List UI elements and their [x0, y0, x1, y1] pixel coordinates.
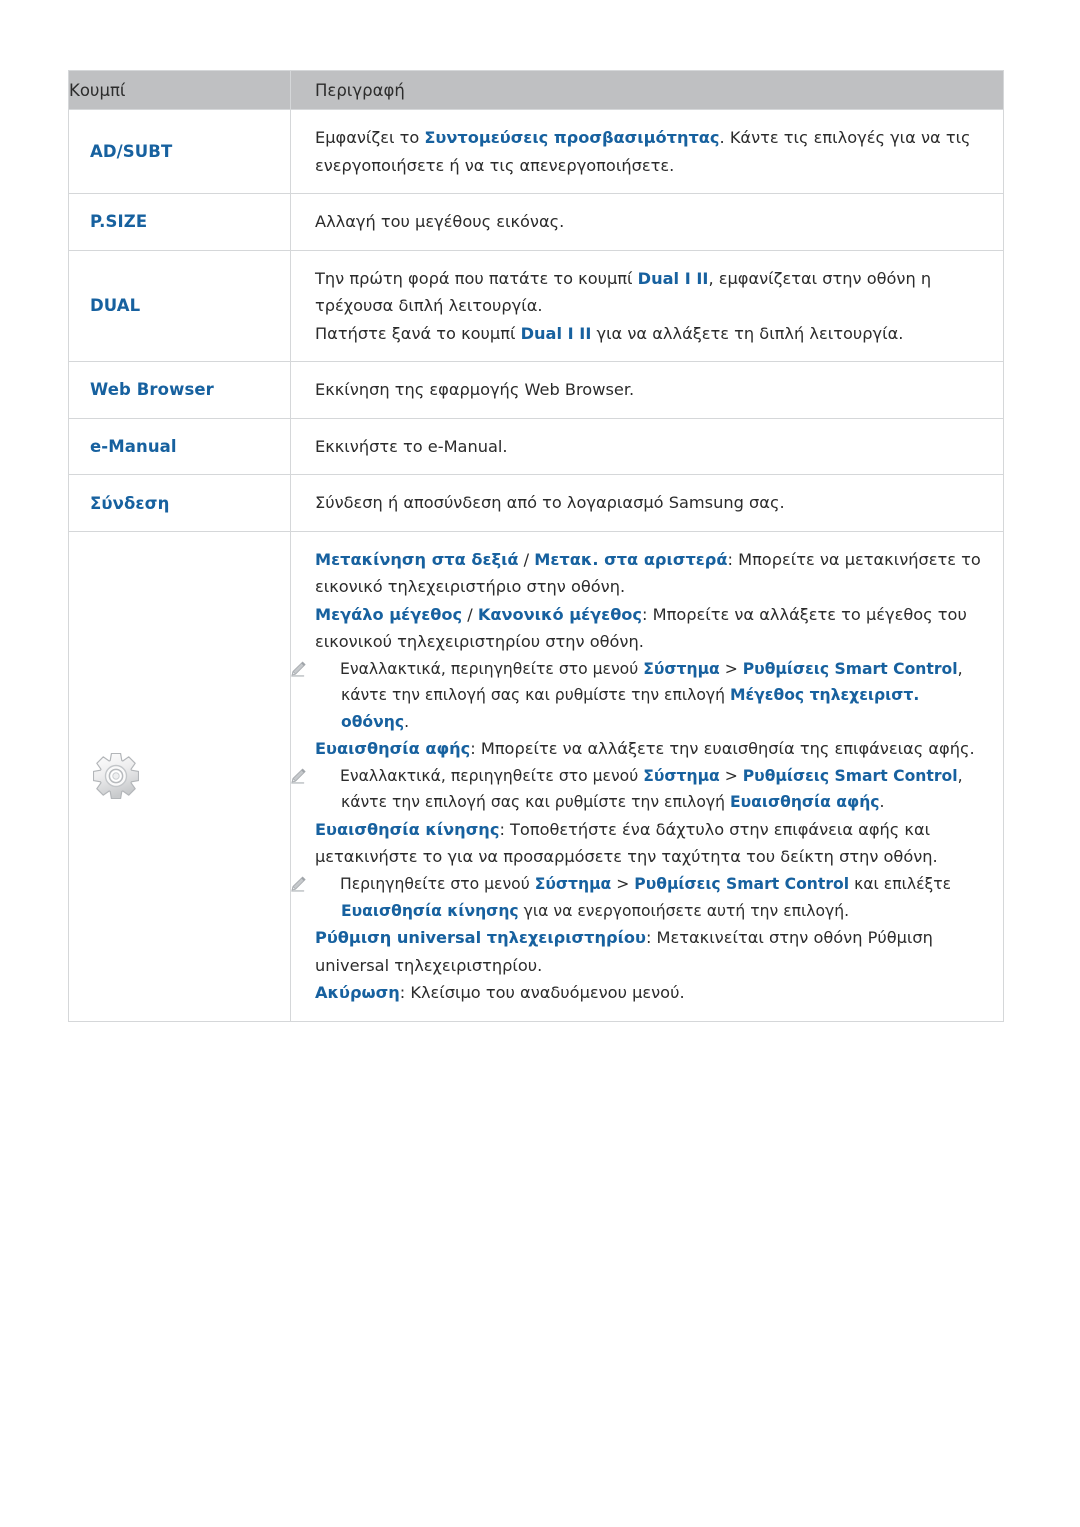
column-header-button: Κουμπί: [68, 70, 291, 110]
table-body: AD/SUBT Εμφανίζει το Συντομεύσεις προσβασ…: [68, 108, 1004, 1022]
pencil-icon: [291, 766, 333, 784]
text-run: Πατήστε ξανά το κουμπί: [315, 323, 521, 343]
description-line: Εμφανίζει το Συντομεύσεις προσβασιμότητα…: [315, 124, 985, 179]
text-run: Μετακίνηση στα δεξιά: [315, 549, 519, 569]
text-run: Ακύρωση: [315, 983, 400, 1003]
button-description-cell: Σύνδεση ή αποσύνδεση από το λογαριασμό S…: [290, 474, 1004, 532]
button-name-cell: DUAL: [68, 249, 291, 363]
text-run: Dual I II: [520, 323, 592, 343]
settings-icon-cell: [68, 530, 291, 1022]
text-run: Μετακ. στα αριστερά: [534, 549, 728, 569]
text-run: Εναλλακτικά, περιηγηθείτε στο μενού: [340, 659, 644, 678]
text-run: : Μπορείτε να αλλάξετε την ευαισθησία τη…: [470, 739, 975, 759]
text-run: .: [404, 712, 410, 731]
text-run: /: [462, 604, 478, 624]
description-line: Αλλαγή του μεγέθους εικόνας.: [315, 208, 985, 236]
text-run: >: [611, 875, 635, 893]
text-run: Ευαισθησία αφής: [729, 793, 880, 812]
text-run: Σύστημα: [643, 766, 720, 785]
column-header-description: Περιγραφή: [290, 70, 1004, 110]
text-run: Εναλλακτικά, περιηγηθείτε στο μενού: [340, 766, 644, 785]
text-run: Ρυθμίσεις Smart Control: [742, 766, 958, 785]
table-row: e-Manual Εκκινήστε το e-Manual.: [68, 417, 1004, 476]
text-run: Την πρώτη φορά που πατάτε το κουμπί: [315, 268, 638, 288]
table-row: P.SIZE Αλλαγή του μεγέθους εικόνας.: [68, 193, 1004, 251]
table-header: Κουμπί Περιγραφή: [68, 70, 1004, 110]
text-run: Ευαισθησία κίνησης: [315, 819, 500, 839]
text-run: .: [879, 793, 885, 812]
text-run: >: [719, 659, 743, 678]
button-description-cell: Εμφανίζει το Συντομεύσεις προσβασιμότητα…: [290, 108, 1004, 195]
document-page: Κουμπί Περιγραφή AD/SUBT Εμφανίζει το Συν…: [0, 0, 1080, 1527]
button-description-cell: Την πρώτη φορά που πατάτε το κουμπί Dual…: [290, 249, 1004, 363]
note-text: Εναλλακτικά, περιηγηθείτε στο μενού Σύστ…: [340, 660, 963, 731]
description-line: Ακύρωση: Κλείσιμο του αναδυόμενου μενού.: [315, 979, 985, 1007]
text-run: Συντομεύσεις προσβασιμότητας: [424, 128, 720, 147]
text-run: Αλλαγή του μεγέθους εικόνας.: [315, 212, 565, 232]
text-run: Σύστημα: [643, 659, 720, 678]
text-run: Κανονικό μέγεθος: [477, 604, 643, 624]
note-text: Εναλλακτικά, περιηγηθείτε στο μενού Σύστ…: [340, 767, 963, 812]
description-line: Ευαισθησία αφής: Μπορείτε να αλλάξετε τη…: [315, 735, 985, 763]
text-run: /: [518, 549, 535, 569]
table-row-settings: Μετακίνηση στα δεξιά / Μετακ. στα αριστε…: [68, 530, 1004, 1022]
description-line: Ρύθμιση universal τηλεχειριστηρίου: Μετα…: [315, 924, 985, 979]
text-run: για να ενεργοποιήσετε αυτή την επιλογή.: [518, 901, 850, 920]
text-run: Εκκινήστε το e-Manual.: [315, 436, 508, 456]
text-run: Ευαισθησία κίνησης: [341, 901, 519, 920]
description-line: Πατήστε ξανά το κουμπί Dual I II για να …: [315, 320, 985, 348]
text-run: Ρυθμίσεις Smart Control: [634, 875, 850, 893]
button-name-cell: e-Manual: [68, 417, 291, 476]
button-name-cell: Σύνδεση: [68, 474, 291, 532]
remote-button-table: Κουμπί Περιγραφή AD/SUBT Εμφανίζει το Συν…: [68, 70, 1004, 1022]
text-run: για να αλλάξετε τη διπλή λειτουργία.: [591, 323, 904, 343]
text-run: Μεγάλο μέγεθος: [315, 604, 463, 624]
text-run: Ρυθμίσεις Smart Control: [742, 659, 958, 678]
text-run: Περιηγηθείτε στο μενού: [340, 875, 535, 893]
description-line: Εκκίνηση της εφαρμογής Web Browser.: [315, 376, 985, 404]
text-run: Σύστημα: [534, 875, 612, 893]
table-row: DUAL Την πρώτη φορά που πατάτε το κουμπί …: [68, 249, 1004, 363]
text-run: Dual I II: [637, 268, 709, 288]
pencil-icon: [291, 874, 333, 892]
description-line: Την πρώτη φορά που πατάτε το κουμπί Dual…: [315, 265, 985, 320]
text-run: : Κλείσιμο του αναδυόμενου μενού.: [399, 983, 685, 1003]
text-run: Εκκίνηση της εφαρμογής Web Browser.: [315, 380, 635, 400]
description-line: Εκκινήστε το e-Manual.: [315, 433, 985, 461]
table-row: AD/SUBT Εμφανίζει το Συντομεύσεις προσβασ…: [68, 108, 1004, 195]
pencil-icon: [291, 659, 333, 677]
description-line: Σύνδεση ή αποσύνδεση από το λογαριασμό S…: [315, 489, 985, 517]
table-row: Web Browser Εκκίνηση της εφαρμογής Web Br…: [68, 361, 1004, 419]
button-description-cell: Αλλαγή του μεγέθους εικόνας.: [290, 193, 1004, 251]
text-run: Ευαισθησία αφής: [315, 739, 471, 759]
button-name-cell: Web Browser: [68, 361, 291, 419]
note-text: Περιηγηθείτε στο μενού Σύστημα > Ρυθμίσε…: [340, 875, 951, 920]
button-description-cell: Εκκινήστε το e-Manual.: [290, 417, 1004, 476]
text-run: Εμφανίζει το: [315, 128, 425, 147]
text-run: Σύνδεση ή αποσύνδεση από το λογαριασμό S…: [315, 493, 785, 513]
note-line: Περιηγηθείτε στο μενού Σύστημα > Ρυθμίσε…: [291, 871, 985, 924]
description-line: Μεγάλο μέγεθος / Κανονικό μέγεθος: Μπορε…: [315, 601, 985, 656]
button-name-cell: AD/SUBT: [68, 108, 291, 195]
settings-description-cell: Μετακίνηση στα δεξιά / Μετακ. στα αριστε…: [290, 530, 1004, 1022]
text-run: >: [719, 766, 743, 785]
button-name-cell: P.SIZE: [68, 193, 291, 251]
table-header-row: Κουμπί Περιγραφή: [68, 70, 1004, 110]
button-description-cell: Εκκίνηση της εφαρμογής Web Browser.: [290, 361, 1004, 419]
text-run: και επιλέξτε: [849, 875, 952, 893]
note-line: Εναλλακτικά, περιηγηθείτε στο μενού Σύστ…: [291, 763, 985, 816]
description-line: Ευαισθησία κίνησης: Τοποθετήστε ένα δάχτ…: [315, 816, 985, 871]
gear-icon: [92, 753, 140, 800]
table-row: Σύνδεση Σύνδεση ή αποσύνδεση από το λογαρ…: [68, 474, 1004, 532]
note-line: Εναλλακτικά, περιηγηθείτε στο μενού Σύστ…: [291, 656, 985, 736]
text-run: Ρύθμιση universal τηλεχειριστηρίου: [315, 928, 646, 947]
description-line: Μετακίνηση στα δεξιά / Μετακ. στα αριστε…: [315, 546, 985, 601]
